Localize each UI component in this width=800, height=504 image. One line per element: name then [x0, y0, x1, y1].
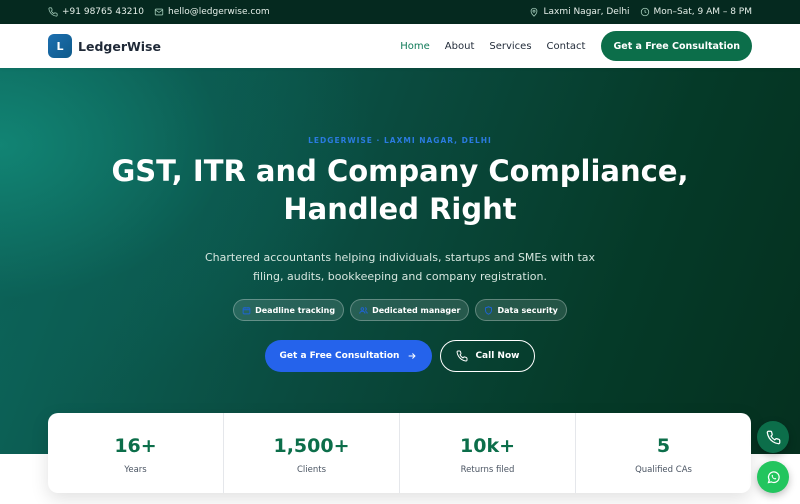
floating-call-button[interactable] [757, 421, 789, 453]
stat-value: 16+ [114, 435, 157, 457]
topbar-hours: Mon–Sat, 9 AM – 8 PM [640, 7, 752, 17]
hero-call-label: Call Now [475, 351, 520, 361]
topbar-location-text: Laxmi Nagar, Delhi [543, 7, 630, 17]
nav-right-group: Home About Services Contact Get a Free C… [400, 31, 752, 61]
topbar-contact-group: +91 98765 43210 hello@ledgerwise.com [48, 7, 270, 17]
stat-label: Qualified CAs [635, 465, 692, 475]
map-pin-icon [531, 7, 538, 17]
nav-link-services[interactable]: Services [489, 41, 531, 52]
phone-icon [766, 430, 780, 444]
hero-subtitle: Chartered accountants helping individual… [204, 251, 596, 283]
top-info-bar: +91 98765 43210 hello@ledgerwise.com Lax… [0, 0, 800, 24]
hero-cta-group: Get a Free Consultation Call Now [0, 340, 800, 372]
topbar-email-text: hello@ledgerwise.com [167, 7, 270, 17]
stat-value: 5 [656, 435, 671, 457]
stat-value: 1,500+ [273, 435, 350, 457]
stat-cas: 5 Qualified CAs [576, 413, 751, 493]
brand-logo-link[interactable]: L LedgerWise [48, 34, 161, 58]
stat-years: 16+ Years [48, 413, 224, 493]
hero-eyebrow: LEDGERWISE · LAXMI NAGAR, DELHI [308, 136, 492, 145]
brand-name: LedgerWise [78, 38, 161, 54]
stat-value: 10k+ [460, 435, 515, 457]
pill-data-security: Data security [475, 299, 567, 321]
stat-returns: 10k+ Returns filed [400, 413, 576, 493]
mail-icon [154, 8, 164, 16]
topbar-info-group: Laxmi Nagar, Delhi Mon–Sat, 9 AM – 8 PM [529, 7, 752, 17]
floating-whatsapp-button[interactable] [757, 461, 789, 493]
feature-pills: Deadline tracking Dedicated manager Data… [0, 299, 800, 321]
hero-consultation-button[interactable]: Get a Free Consultation [264, 340, 433, 372]
topbar-phone-text: +91 98765 43210 [62, 7, 144, 17]
stat-label: Returns filed [460, 465, 515, 475]
topbar-email[interactable]: hello@ledgerwise.com [154, 7, 270, 17]
nav-link-contact[interactable]: Contact [547, 41, 586, 52]
main-navbar: L LedgerWise Home About Services Contact… [0, 24, 800, 68]
nav-link-about[interactable]: About [445, 41, 475, 52]
whatsapp-icon [767, 470, 780, 483]
pill-deadline-tracking: Deadline tracking [233, 299, 345, 321]
pill-dedicated-manager: Dedicated manager [350, 299, 470, 321]
hero-call-button[interactable]: Call Now [440, 340, 536, 372]
pill-label: Dedicated manager [372, 305, 461, 315]
hero-title: GST, ITR and Company Compliance, Handled… [111, 154, 689, 226]
nav-link-home[interactable]: Home [400, 41, 430, 52]
nav-links: Home About Services Contact [400, 41, 585, 52]
pill-label: Data security [497, 305, 558, 315]
topbar-phone[interactable]: +91 98765 43210 [48, 7, 144, 17]
topbar-location: Laxmi Nagar, Delhi [529, 7, 630, 17]
brand-logo-mark: L [48, 34, 72, 58]
topbar-hours-text: Mon–Sat, 9 AM – 8 PM [653, 7, 752, 17]
arrow-right-icon [409, 353, 417, 359]
nav-consultation-button[interactable]: Get a Free Consultation [601, 31, 752, 61]
shield-icon [485, 305, 493, 315]
calendar-icon [242, 306, 251, 314]
stat-label: Clients [296, 465, 327, 475]
stats-card: 16+ Years 1,500+ Clients 10k+ Returns fi… [48, 413, 751, 493]
hero-section: LEDGERWISE · LAXMI NAGAR, DELHI GST, ITR… [0, 68, 800, 454]
phone-icon [48, 7, 58, 17]
hero-consultation-label: Get a Free Consultation [279, 351, 400, 361]
clock-icon [640, 7, 649, 17]
users-icon [359, 306, 368, 314]
stat-label: Years [124, 465, 147, 475]
pill-label: Deadline tracking [255, 305, 336, 315]
stat-clients: 1,500+ Clients [224, 413, 400, 493]
phone-icon [456, 350, 468, 362]
